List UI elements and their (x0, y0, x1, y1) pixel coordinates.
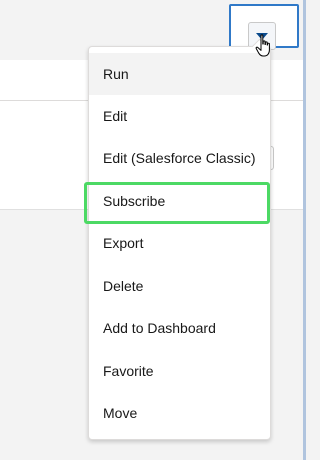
menu-item-add-to-dashboard[interactable]: Add to Dashboard (89, 307, 270, 349)
menu-item-run[interactable]: Run (89, 53, 270, 95)
scrollbar-strip (303, 0, 306, 460)
menu-item-export[interactable]: Export (89, 222, 270, 264)
menu-item-edit-classic[interactable]: Edit (Salesforce Classic) (89, 137, 270, 179)
menu-item-delete[interactable]: Delete (89, 265, 270, 307)
hand-pointer-icon (255, 34, 270, 57)
menu-item-edit[interactable]: Edit (89, 95, 270, 137)
menu-item-move[interactable]: Move (89, 392, 270, 434)
menu-item-subscribe[interactable]: Subscribe (89, 180, 270, 222)
menu-item-favorite[interactable]: Favorite (89, 350, 270, 392)
actions-dropdown-menu: Run Edit Edit (Salesforce Classic) Subsc… (88, 38, 271, 440)
